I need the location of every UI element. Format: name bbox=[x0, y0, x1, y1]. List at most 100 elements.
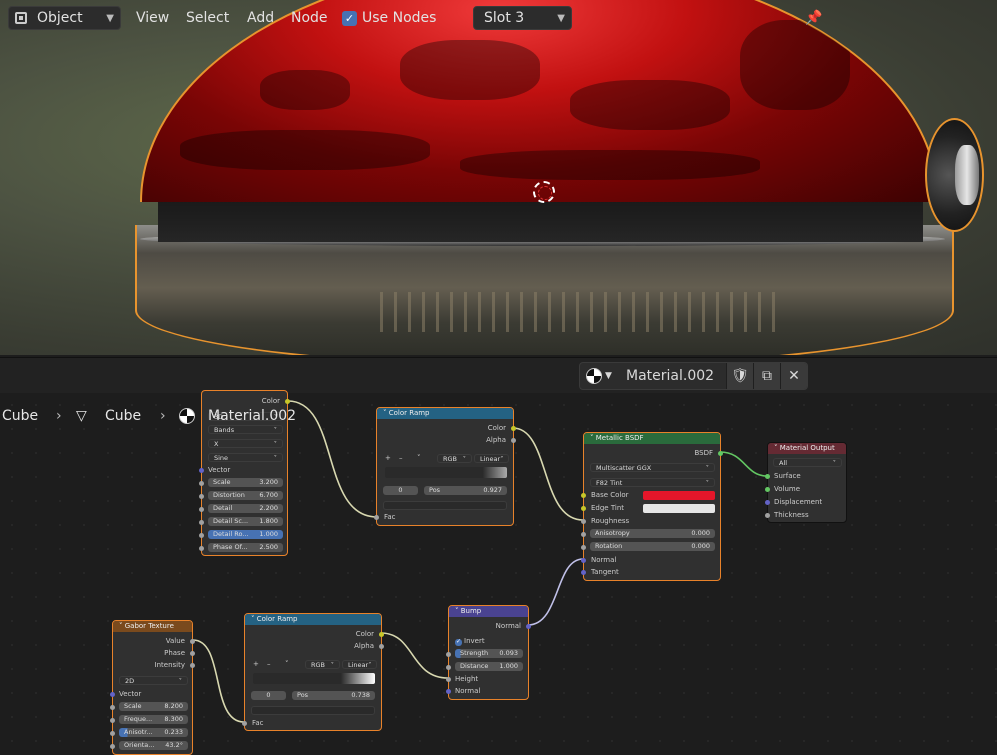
node-header[interactable]: ˅ Bump bbox=[449, 606, 528, 617]
type-dropdown[interactable]: Bands ˅ bbox=[208, 425, 283, 434]
scale-socket[interactable] bbox=[199, 481, 204, 486]
detail-socket[interactable] bbox=[199, 507, 204, 512]
anisotropy-socket[interactable] bbox=[581, 532, 586, 537]
edge-tint-swatch[interactable] bbox=[643, 504, 715, 513]
frequency-socket[interactable] bbox=[110, 718, 115, 723]
output-color-socket[interactable] bbox=[379, 632, 384, 637]
strength-field[interactable]: Strength 0.093 bbox=[455, 649, 523, 658]
normal-socket[interactable] bbox=[581, 558, 586, 563]
detail-scale-field[interactable]: Detail Sc... 1.800 bbox=[208, 517, 283, 526]
chevron-down-icon[interactable]: ˅ bbox=[417, 453, 421, 463]
menu-add[interactable]: Add bbox=[247, 6, 274, 30]
output-value-socket[interactable] bbox=[190, 639, 195, 644]
distance-field[interactable]: Distance 1.000 bbox=[455, 662, 523, 671]
orientation-field[interactable]: Orienta... 43.2° bbox=[119, 741, 188, 750]
output-alpha-socket[interactable] bbox=[511, 438, 516, 443]
anisotropy-field[interactable]: Anisotr... 0.233 bbox=[119, 728, 188, 737]
distortion-field[interactable]: Distortion 6.700 bbox=[208, 491, 283, 500]
stop-index-field[interactable]: 0 bbox=[383, 486, 418, 495]
3d-viewport[interactable] bbox=[0, 0, 997, 355]
tangent-socket[interactable] bbox=[581, 570, 586, 575]
detail-scale-socket[interactable] bbox=[199, 520, 204, 525]
color-ramp-gradient[interactable] bbox=[253, 673, 375, 684]
stop-position-field[interactable]: Pos 0.927 bbox=[424, 486, 507, 495]
output-bsdf-socket[interactable] bbox=[718, 451, 723, 456]
axis-dropdown[interactable]: X ˅ bbox=[208, 439, 283, 448]
interpolation-dropdown[interactable]: Linear ˅ bbox=[342, 660, 377, 669]
strength-socket[interactable] bbox=[446, 652, 451, 657]
output-color-socket[interactable] bbox=[511, 426, 516, 431]
volume-socket[interactable] bbox=[765, 487, 770, 492]
color-ramp-node-2[interactable]: ˅ Color Ramp Color Alpha + – ˅ RGB ˅ Line… bbox=[242, 613, 384, 731]
bump-node[interactable]: ˅ Bump Normal ✓ Invert Strength 0.093 Dist… bbox=[446, 605, 531, 700]
dims-dropdown[interactable]: 2D ˅ bbox=[119, 676, 188, 685]
input-fac-socket[interactable] bbox=[242, 721, 247, 726]
vector-socket[interactable] bbox=[199, 468, 204, 473]
checkbox-checked-icon[interactable]: ✓ bbox=[455, 638, 462, 646]
node-header[interactable]: ˅ Metallic BSDF bbox=[584, 433, 720, 444]
detail-field[interactable]: Detail 2.200 bbox=[208, 504, 283, 513]
pin-icon[interactable]: 📌 bbox=[805, 6, 822, 30]
rotation-socket[interactable] bbox=[581, 545, 586, 550]
add-stop-icon[interactable]: + bbox=[253, 659, 259, 669]
material-output-node[interactable]: ˅ Material Output All ˅ Surface Volume Di… bbox=[765, 442, 847, 523]
checkbox-checked-icon[interactable]: ✓ bbox=[342, 10, 357, 26]
menu-node[interactable]: Node bbox=[291, 6, 328, 30]
material-name-field[interactable]: Material.002 bbox=[618, 363, 726, 389]
remove-stop-icon[interactable]: – bbox=[267, 659, 271, 669]
material-browse-button[interactable]: ▼ bbox=[580, 363, 618, 389]
target-dropdown[interactable]: All ˅ bbox=[773, 458, 842, 467]
distance-socket[interactable] bbox=[446, 665, 451, 670]
output-alpha-socket[interactable] bbox=[379, 644, 384, 649]
distribution-dropdown[interactable]: Multiscatter GGX ˅ bbox=[590, 463, 715, 472]
color-ramp-gradient[interactable] bbox=[385, 467, 507, 478]
close-icon[interactable]: ✕ bbox=[780, 363, 807, 389]
profile-dropdown[interactable]: Sine ˅ bbox=[208, 453, 283, 462]
anisotropy-socket[interactable] bbox=[110, 731, 115, 736]
slot-dropdown[interactable]: Slot 3 ▼ bbox=[473, 6, 572, 30]
detail-roughness-socket[interactable] bbox=[199, 533, 204, 538]
color-mode-dropdown[interactable]: RGB ˅ bbox=[305, 660, 340, 669]
surface-socket[interactable] bbox=[765, 474, 770, 479]
thickness-socket[interactable] bbox=[765, 513, 770, 518]
node-header[interactable]: ˅ Gabor Texture bbox=[113, 621, 192, 632]
orientation-socket[interactable] bbox=[110, 744, 115, 749]
remove-stop-icon[interactable]: – bbox=[399, 453, 403, 463]
menu-view[interactable]: View bbox=[136, 6, 169, 30]
output-color-socket[interactable] bbox=[285, 399, 290, 404]
vector-socket[interactable] bbox=[110, 692, 115, 697]
chevron-down-icon[interactable]: ˅ bbox=[285, 659, 289, 669]
node-header[interactable]: ˅ Color Ramp bbox=[377, 408, 513, 419]
scale-field[interactable]: Scale 3.200 bbox=[208, 478, 283, 487]
color-ramp-node-1[interactable]: ˅ Color Ramp Color Alpha + – ˅ RGB ˅ Line… bbox=[374, 407, 516, 526]
material-selector[interactable]: ▼ Material.002 🛡 ⧉ ✕ bbox=[579, 362, 808, 390]
displacement-socket[interactable] bbox=[765, 500, 770, 505]
input-fac-socket[interactable] bbox=[374, 515, 379, 520]
interpolation-dropdown[interactable]: Linear ˅ bbox=[474, 454, 509, 463]
menu-select[interactable]: Select bbox=[186, 6, 229, 30]
base-color-swatch[interactable] bbox=[643, 491, 715, 500]
add-stop-icon[interactable]: + bbox=[385, 453, 391, 463]
color-mode-dropdown[interactable]: RGB ˅ bbox=[437, 454, 472, 463]
rotation-field[interactable]: Rotation 0.000 bbox=[590, 542, 715, 551]
output-phase-socket[interactable] bbox=[190, 651, 195, 656]
anisotropy-field[interactable]: Anisotropy 0.000 bbox=[590, 529, 715, 538]
scale-socket[interactable] bbox=[110, 705, 115, 710]
3d-cursor-icon[interactable] bbox=[533, 181, 555, 203]
detail-roughness-field[interactable]: Detail Ro... 1.000 bbox=[208, 530, 283, 539]
node-header[interactable]: ˅ Color Ramp bbox=[245, 614, 381, 625]
output-normal-socket[interactable] bbox=[526, 624, 531, 629]
metallic-bsdf-node[interactable]: ˅ Metallic BSDF BSDF Multiscatter GGX ˅ F… bbox=[581, 432, 723, 581]
edge-tint-socket[interactable] bbox=[581, 506, 586, 511]
use-nodes-toggle[interactable]: ✓ Use Nodes bbox=[342, 6, 436, 30]
stop-position-field[interactable]: Pos 0.738 bbox=[292, 691, 375, 700]
gabor-texture-node[interactable]: ˅ Gabor Texture Value Phase Intensity 2D… bbox=[110, 620, 195, 755]
phase-offset-field[interactable]: Phase Of... 2.500 bbox=[208, 543, 283, 552]
scale-field[interactable]: Scale 8.200 bbox=[119, 702, 188, 711]
normal-input-socket[interactable] bbox=[446, 689, 451, 694]
stop-index-field[interactable]: 0 bbox=[251, 691, 286, 700]
invert-toggle[interactable]: ✓ Invert bbox=[455, 636, 485, 646]
height-socket[interactable] bbox=[446, 677, 451, 682]
fresnel-dropdown[interactable]: F82 Tint ˅ bbox=[590, 478, 715, 487]
duplicate-icon[interactable]: ⧉ bbox=[753, 363, 780, 389]
